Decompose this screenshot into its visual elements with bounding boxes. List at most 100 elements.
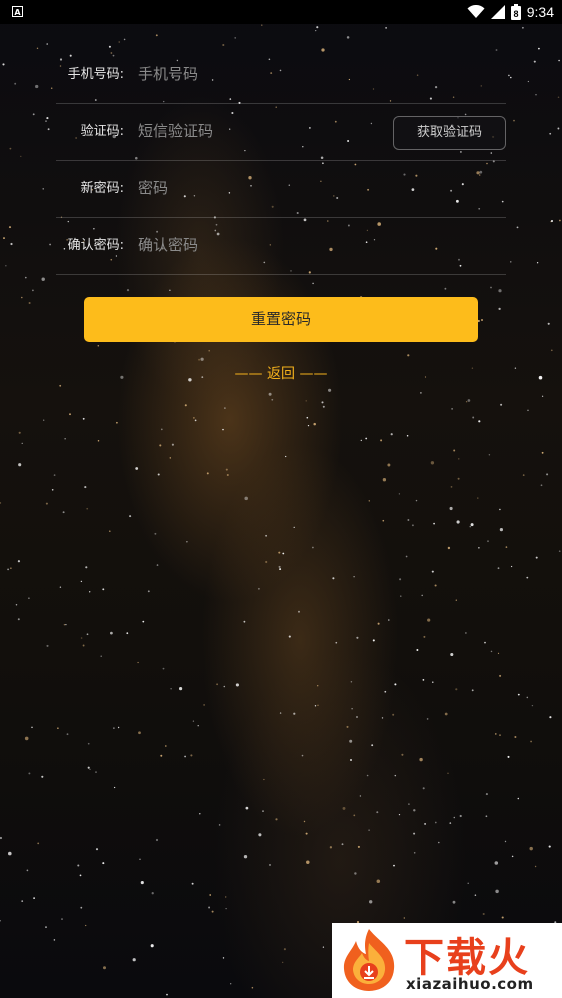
star: [69, 413, 71, 416]
star: [497, 567, 500, 570]
star: [28, 301, 31, 305]
star: [449, 506, 453, 511]
back-link[interactable]: —— 返回 ——: [0, 362, 562, 386]
get-code-button[interactable]: 获取验证码: [393, 116, 506, 150]
star: [49, 243, 52, 246]
star: [46, 43, 48, 45]
star: [45, 502, 48, 505]
code-input[interactable]: [138, 116, 378, 146]
star: [535, 556, 538, 559]
star: [499, 734, 501, 736]
star: [0, 920, 1, 922]
star: [522, 26, 524, 29]
star: [549, 716, 552, 719]
star: [82, 417, 85, 420]
star: [31, 726, 33, 729]
star: [314, 705, 317, 707]
star: [160, 754, 163, 757]
star: [478, 420, 481, 423]
star: [147, 590, 150, 593]
phone-input[interactable]: [138, 59, 378, 89]
star: [455, 688, 458, 691]
star: [288, 635, 291, 638]
star: [193, 417, 195, 419]
star: [41, 775, 44, 778]
star: [407, 354, 410, 357]
star: [322, 946, 325, 948]
star: [135, 467, 139, 470]
star: [526, 576, 529, 579]
star: [359, 795, 362, 797]
star: [65, 623, 67, 626]
star: [432, 681, 434, 683]
star: [504, 840, 507, 843]
signal-icon: [490, 5, 505, 19]
star: [64, 438, 66, 440]
star: [278, 565, 281, 568]
star: [184, 755, 186, 758]
star: [53, 939, 56, 941]
new-password-input[interactable]: [138, 173, 378, 203]
star: [61, 918, 63, 921]
star: [499, 674, 502, 677]
star: [235, 683, 239, 687]
star: [0, 501, 2, 504]
star: [24, 276, 27, 279]
star: [513, 119, 515, 122]
star: [548, 845, 551, 848]
star: [116, 421, 118, 424]
star: [87, 742, 90, 745]
star: [63, 624, 66, 626]
star: [82, 644, 85, 647]
star: [139, 858, 141, 861]
star: [516, 226, 519, 229]
star: [478, 547, 480, 549]
star: [138, 731, 141, 735]
star: [45, 926, 47, 928]
star: [534, 865, 537, 868]
star: [117, 726, 120, 729]
star: [209, 894, 212, 896]
star: [398, 813, 401, 816]
star: [206, 472, 209, 475]
star: [113, 727, 115, 729]
star: [113, 786, 116, 789]
star: [465, 632, 467, 634]
star: [275, 818, 278, 821]
star: [245, 806, 249, 810]
star: [487, 540, 489, 543]
star: [263, 778, 265, 781]
star: [305, 400, 307, 402]
star: [346, 725, 349, 728]
star: [467, 882, 469, 885]
star: [495, 733, 497, 735]
star: [293, 526, 295, 529]
star: [87, 766, 90, 769]
star: [372, 639, 375, 642]
star: [357, 845, 360, 848]
star: [62, 511, 65, 514]
star: [376, 879, 381, 884]
star: [33, 897, 35, 899]
star: [169, 289, 171, 291]
star: [471, 689, 474, 692]
flame-download-icon: [343, 929, 395, 991]
star: [457, 477, 460, 480]
star: [10, 567, 12, 569]
star: [186, 541, 188, 543]
star: [458, 458, 460, 460]
confirm-password-input[interactable]: [138, 230, 378, 260]
star: [95, 848, 99, 851]
star: [369, 900, 373, 904]
star: [500, 403, 503, 406]
star: [269, 864, 271, 866]
star: [3, 237, 5, 240]
star: [42, 188, 44, 190]
reset-password-button[interactable]: 重置密码: [84, 297, 478, 342]
star: [46, 644, 49, 647]
star: [494, 861, 499, 865]
star: [368, 829, 370, 831]
star: [451, 408, 453, 410]
star: [411, 524, 414, 527]
star: [511, 855, 514, 858]
